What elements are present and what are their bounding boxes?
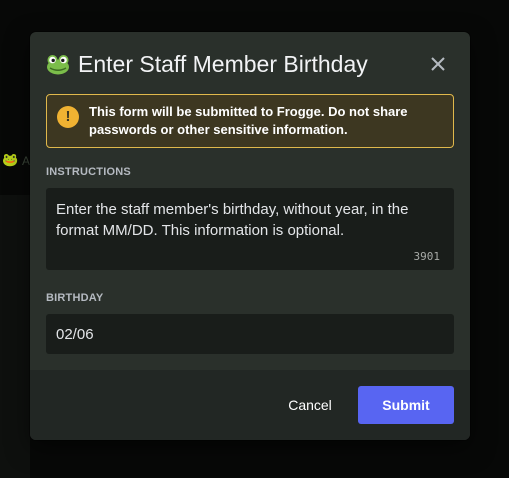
close-icon[interactable] [427,53,449,75]
warning-prefix: This form will be submitted to [89,104,277,119]
instructions-text: Enter the staff member's birthday, witho… [56,201,409,239]
background-text: A [22,154,31,168]
instructions-box: Enter the staff member's birthday, witho… [46,188,454,270]
modal-footer: Cancel Submit [30,370,470,440]
warning-notice: ! This form will be submitted to Frogge.… [46,94,454,148]
modal-title: Enter Staff Member Birthday [78,51,368,77]
birthday-input[interactable] [46,314,454,354]
modal-header: Enter Staff Member Birthday [46,48,454,80]
birthday-label: BIRTHDAY [46,292,104,304]
warning-app-name: Frogge [276,104,321,119]
frog-icon [47,55,69,75]
exclamation-icon: ! [57,106,79,128]
background-frog-icon: 🐸 [2,152,19,167]
warning-text: This form will be submitted to Frogge. D… [89,103,445,139]
character-count: 3901 [413,250,441,263]
cancel-button[interactable]: Cancel [278,386,342,424]
birthday-modal: Enter Staff Member Birthday ! This form … [30,32,470,440]
submit-button[interactable]: Submit [358,386,454,424]
instructions-label: INSTRUCTIONS [46,166,131,178]
background-sidebar [0,195,30,478]
